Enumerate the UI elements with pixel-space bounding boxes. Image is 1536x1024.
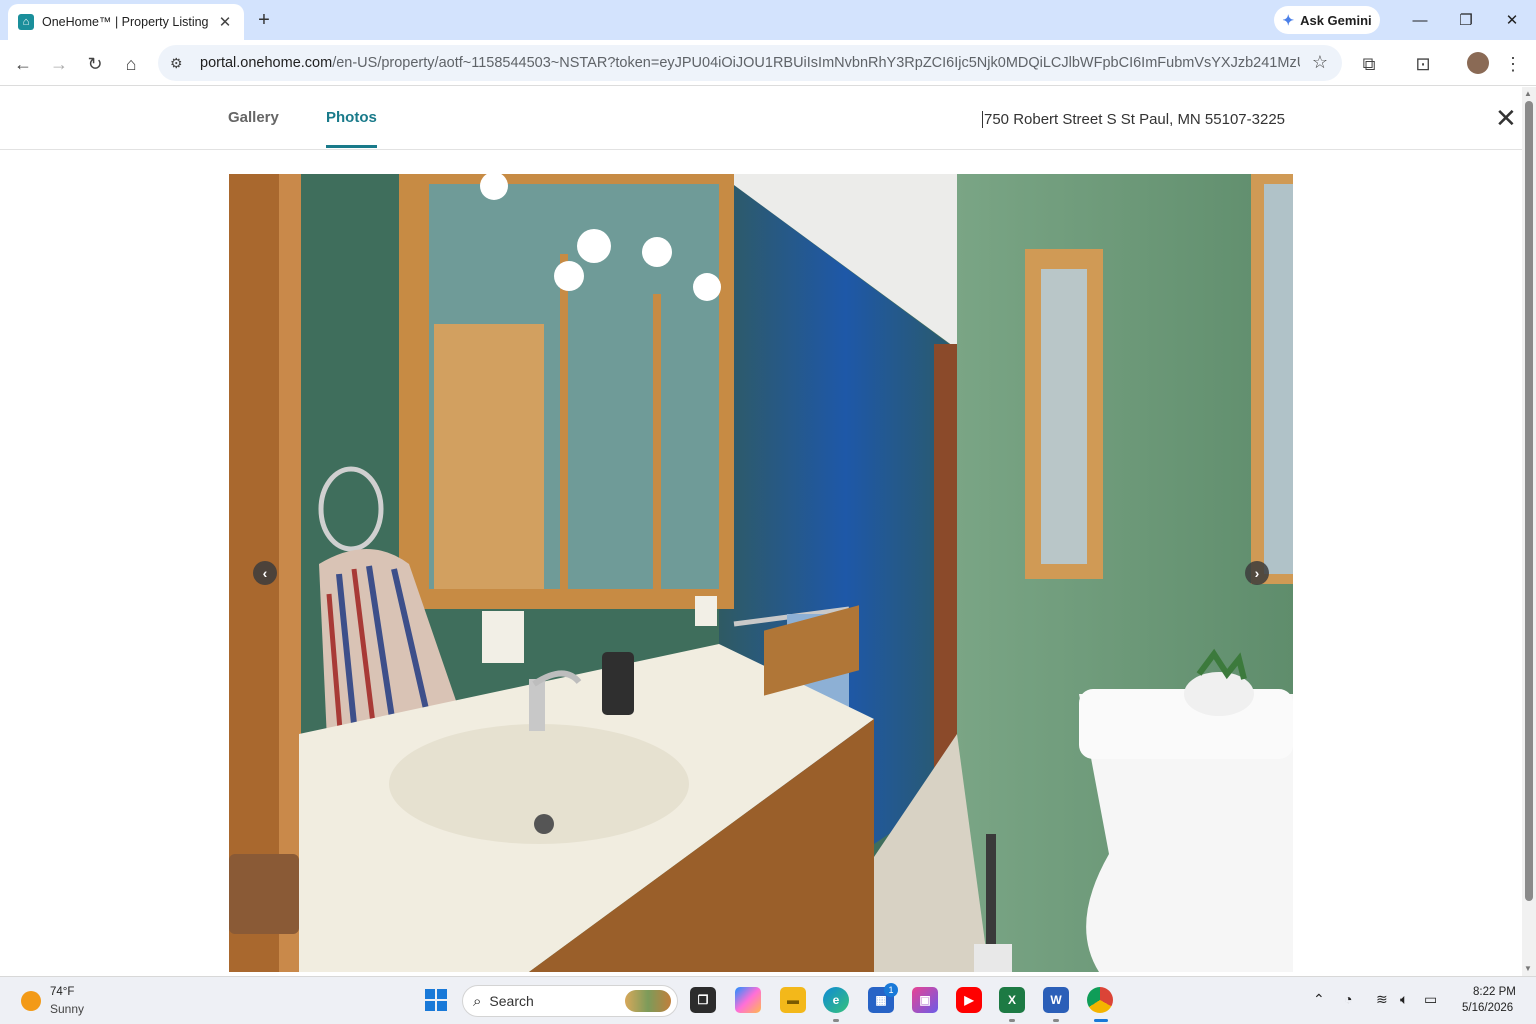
- ask-gemini-button[interactable]: ✦ Ask Gemini: [1274, 6, 1380, 34]
- tab-gallery[interactable]: Gallery: [228, 109, 279, 126]
- task-view-icon[interactable]: ❐: [690, 987, 716, 1013]
- next-photo-button[interactable]: ›: [1245, 561, 1269, 585]
- listing-photo: [229, 174, 1293, 972]
- start-tile: [425, 989, 435, 999]
- active-tab-indicator: [326, 145, 377, 148]
- browser-tab-strip: ⌂ OneHome™ | Property Listing ✕ + ✦ Ask …: [0, 0, 1536, 40]
- m365-icon[interactable]: ▣: [912, 987, 938, 1013]
- extensions-icon[interactable]: ⧉: [1356, 51, 1382, 77]
- scroll-up-arrow-icon[interactable]: ▲: [1524, 89, 1532, 98]
- search-icon: ⌕: [473, 992, 482, 1010]
- start-tile: [437, 1001, 447, 1011]
- onehome-favicon-icon: ⌂: [18, 14, 34, 30]
- new-tab-button[interactable]: +: [252, 8, 276, 32]
- store-notification-badge: 1: [884, 983, 898, 997]
- running-indicator: [833, 1019, 839, 1022]
- taskbar-search-label: Search: [489, 993, 534, 1009]
- property-address: 750 Robert Street S St Paul, MN 55107-32…: [982, 111, 1286, 128]
- ask-gemini-label: Ask Gemini: [1300, 12, 1372, 28]
- previous-photo-button[interactable]: ‹: [253, 561, 277, 585]
- url-text[interactable]: portal.onehome.com/en-US/property/aotf~1…: [200, 55, 1300, 71]
- gemini-sparkle-icon: ✦: [1282, 11, 1295, 28]
- weather-sun-icon[interactable]: [21, 991, 41, 1011]
- chevron-up-icon[interactable]: ⌃: [1313, 991, 1325, 1008]
- excel-icon[interactable]: X: [999, 987, 1025, 1013]
- viewer-header: Gallery Photos 750 Robert Street S St Pa…: [0, 87, 1522, 150]
- bookmark-star-icon[interactable]: ☆: [1312, 52, 1328, 73]
- clock-date[interactable]: 5/16/2026: [1462, 1002, 1513, 1014]
- profile-avatar[interactable]: [1467, 52, 1489, 74]
- wifi-icon[interactable]: ≋: [1376, 991, 1388, 1008]
- battery-icon[interactable]: ▭: [1424, 991, 1437, 1008]
- clock-time[interactable]: 8:22 PM: [1473, 986, 1516, 998]
- chrome-icon[interactable]: [1087, 987, 1113, 1013]
- minimize-button[interactable]: —: [1400, 6, 1440, 34]
- browser-tab[interactable]: ⌂ OneHome™ | Property Listing ✕: [8, 4, 244, 40]
- weather-condition[interactable]: Sunny: [50, 1002, 84, 1016]
- taskbar-search[interactable]: ⌕ Search: [462, 985, 678, 1017]
- scroll-down-arrow-icon[interactable]: ▼: [1524, 964, 1532, 973]
- close-viewer-icon[interactable]: ✕: [1495, 105, 1517, 131]
- search-highlight-image: [625, 990, 671, 1012]
- start-tile: [425, 1001, 435, 1011]
- site-settings-icon[interactable]: ⚙: [170, 55, 190, 72]
- home-button[interactable]: ⌂: [118, 51, 144, 77]
- running-indicator: [1009, 1019, 1015, 1022]
- page-scrollbar[interactable]: ▲ ▼: [1522, 87, 1536, 976]
- address-bar[interactable]: ⚙ portal.onehome.com/en-US/property/aotf…: [158, 45, 1342, 81]
- start-tile: [437, 989, 447, 999]
- restore-button[interactable]: ❐: [1446, 6, 1486, 34]
- bathroom-photo: [229, 174, 1293, 972]
- copilot-icon[interactable]: [735, 987, 761, 1013]
- file-explorer-icon[interactable]: ▬: [780, 987, 806, 1013]
- window-close-button[interactable]: ✕: [1492, 6, 1532, 34]
- browser-toolbar: ← → ↻ ⌂ ⚙ portal.onehome.com/en-US/prope…: [0, 40, 1536, 86]
- active-indicator: [1094, 1019, 1108, 1022]
- windows-taskbar: 74°F Sunny ⌕ Search ❐ ▬ e ▦ 1 ▣ ▶ X W ⌃ …: [0, 976, 1536, 1024]
- edge-icon[interactable]: e: [823, 987, 849, 1013]
- reload-button[interactable]: ↻: [82, 51, 108, 77]
- word-icon[interactable]: W: [1043, 987, 1069, 1013]
- youtube-icon[interactable]: ▶: [956, 987, 982, 1013]
- menu-kebab-icon[interactable]: ⋮: [1500, 51, 1526, 77]
- tab-search-icon[interactable]: ⊡: [1410, 51, 1436, 77]
- url-host: portal.onehome.com: [200, 55, 333, 71]
- tab-title: OneHome™ | Property Listing: [42, 15, 209, 29]
- tab-photos[interactable]: Photos: [326, 109, 377, 126]
- network-status-icon[interactable]: ◔: [1344, 991, 1352, 1007]
- forward-button[interactable]: →: [46, 51, 72, 77]
- url-path: /en-US/property/aotf~1158544503~NSTAR?to…: [332, 55, 1300, 71]
- tab-close-icon[interactable]: ✕: [216, 13, 234, 31]
- back-button[interactable]: ←: [10, 51, 36, 77]
- weather-temperature[interactable]: 74°F: [50, 986, 74, 998]
- start-button[interactable]: [425, 989, 447, 1011]
- scroll-thumb[interactable]: [1525, 101, 1533, 901]
- volume-icon[interactable]: 🔈︎: [1400, 991, 1408, 1008]
- running-indicator: [1053, 1019, 1059, 1022]
